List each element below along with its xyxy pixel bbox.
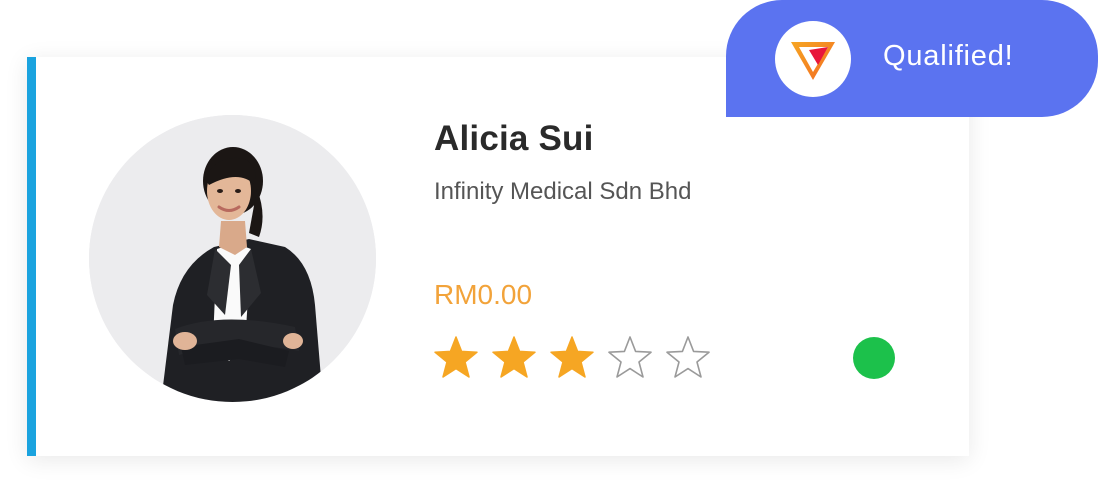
star-filled-icon [548, 335, 606, 381]
price-value: RM0.00 [434, 279, 533, 310]
avatar-photo [89, 115, 376, 402]
stage: Alicia Sui Infinity Medical Sdn Bhd RM0.… [0, 0, 1098, 484]
avatar [89, 115, 376, 402]
qualified-badge: Qualified! [726, 0, 1098, 117]
star-rating [432, 335, 722, 381]
star-empty-icon [606, 335, 664, 381]
card-accent-bar [27, 57, 36, 456]
online-status-indicator [853, 337, 895, 379]
star-filled-icon [490, 335, 548, 381]
badge-label: Qualified! [883, 40, 1014, 72]
star-filled-icon [432, 335, 490, 381]
person-name: Alicia Sui [434, 119, 594, 158]
company-name: Infinity Medical Sdn Bhd [434, 178, 692, 205]
star-empty-icon [664, 335, 722, 381]
v-triangle-logo-icon [775, 21, 851, 97]
